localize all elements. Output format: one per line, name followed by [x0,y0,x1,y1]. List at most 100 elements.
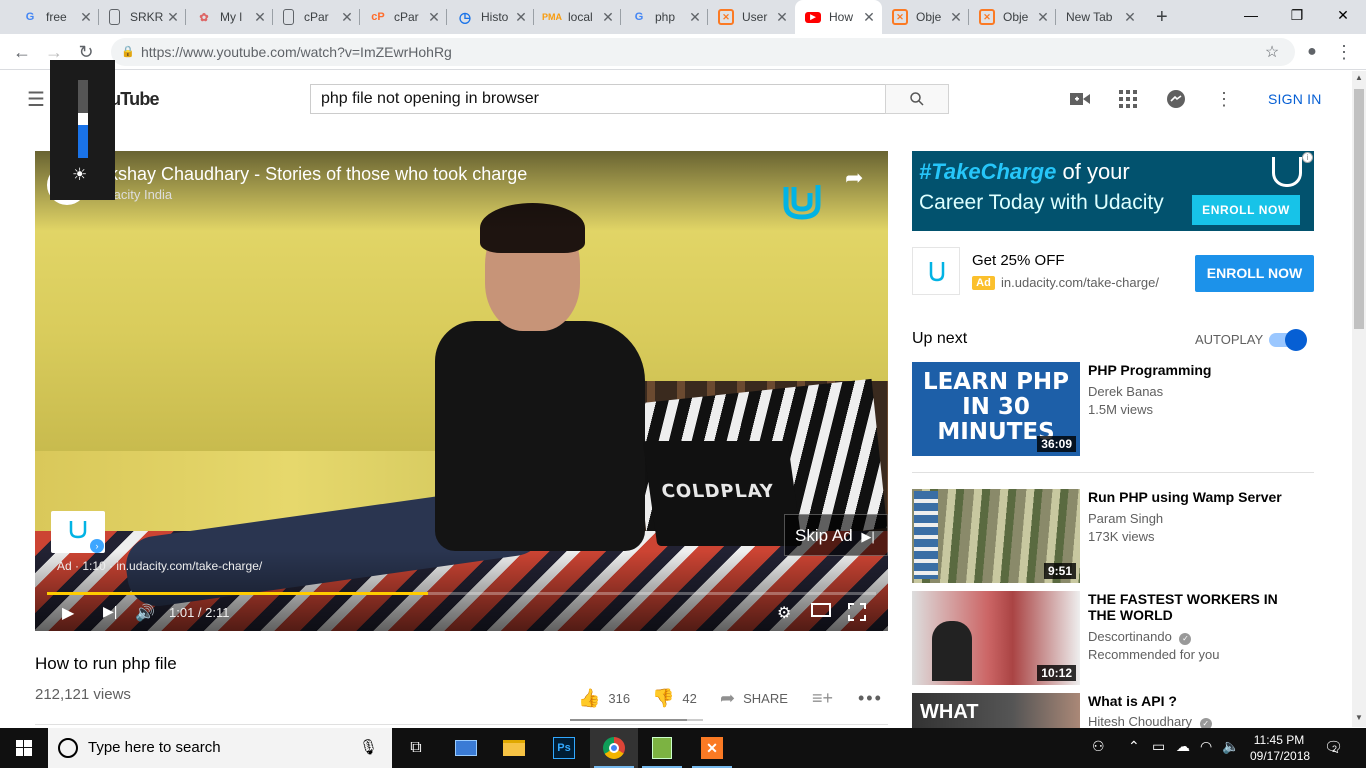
settings-gear-icon[interactable]: ⚙ [777,603,791,623]
tab-history[interactable]: ◷ Histo ✕ [447,0,534,34]
back-arrow-icon[interactable]: ← [10,40,34,64]
chrome-menu-icon[interactable]: ⋮ [1332,40,1356,64]
messages-icon[interactable] [1164,87,1188,111]
close-tab-icon[interactable]: ✕ [512,9,530,26]
scrollbar-thumb[interactable] [1354,89,1364,329]
hamburger-menu-icon[interactable]: ☰ [24,87,48,111]
theater-mode-icon[interactable] [811,603,831,617]
tab-localhost[interactable]: PMA local ✕ [534,0,621,34]
close-tab-icon[interactable]: ✕ [1034,9,1052,26]
close-tab-icon[interactable]: ✕ [1121,9,1139,26]
file-explorer-icon[interactable] [490,728,538,768]
tab-cpanel-1[interactable]: cPar ✕ [273,0,360,34]
microphone-icon[interactable]: 🎙 [359,728,378,768]
video-thumbnail[interactable]: LEARN PHP IN 30 MINUTES 36:09 [912,362,1080,456]
tab-srkr[interactable]: SRKR ✕ [99,0,186,34]
scroll-up-arrow-icon[interactable]: ▲ [1355,73,1363,82]
sign-in-button[interactable]: SIGN IN [1268,91,1322,107]
ad-choices-icon[interactable]: i [1302,152,1313,163]
close-tab-icon[interactable]: ✕ [947,9,965,26]
share-button[interactable]: ➦ SHARE [720,688,788,709]
close-tab-icon[interactable]: ✕ [773,9,791,26]
share-arrow-icon[interactable]: ➦ [845,165,863,191]
recommended-video[interactable]: LEARN PHP IN 30 MINUTES 36:09 PHP Progra… [912,362,1314,456]
video-progress-bar[interactable] [47,592,876,595]
video-title[interactable]: What is API ? [1088,693,1288,709]
show-hidden-icons-arrow[interactable]: ⌃ [1128,738,1140,755]
ad-info-icon[interactable]: › [90,539,104,553]
enroll-now-button[interactable]: ENROLL NOW [1195,255,1314,292]
video-player[interactable]: COLDPLAY Akshay Chaudhary - Stories of t… [35,151,888,631]
video-thumbnail[interactable]: WHAT [912,693,1080,728]
search-input[interactable]: php file not opening in browser [310,84,886,114]
close-tab-icon[interactable]: ✕ [164,9,182,26]
companion-ad-url[interactable]: in.udacity.com/take-charge/ [1001,275,1159,290]
video-thumbnail[interactable]: 10:12 [912,591,1080,685]
scroll-down-arrow-icon[interactable]: ▼ [1355,713,1363,722]
tab-youtube-active[interactable]: ▶ How ✕ [795,0,882,34]
tab-my[interactable]: ✿ My l ✕ [186,0,273,34]
system-clock[interactable]: 11:45 PM 09/17/2018 [1250,732,1310,764]
page-scrollbar[interactable]: ▲ ▼ [1352,71,1366,727]
tab-php[interactable]: G php ✕ [621,0,708,34]
video-title[interactable]: Run PHP using Wamp Server [1088,489,1288,505]
chrome-taskbar-icon[interactable] [590,728,638,768]
udacity-companion-logo[interactable] [912,247,960,295]
onedrive-cloud-icon[interactable]: ☁ [1176,738,1190,755]
create-video-icon[interactable] [1068,87,1092,111]
volume-tray-icon[interactable]: 🔈 [1222,738,1239,755]
maximize-button[interactable]: ❐ [1274,0,1320,30]
close-tab-icon[interactable]: ✕ [599,9,617,26]
bookmark-star-icon[interactable]: ☆ [1260,40,1284,64]
battery-icon[interactable]: ▭ [1152,738,1165,755]
add-to-playlist-button[interactable]: ≡+ [812,688,841,709]
fullscreen-icon[interactable] [848,603,866,621]
address-bar[interactable]: 🔒 https://www.youtube.com/watch?v=ImZEwr… [111,38,1295,66]
windows-start-button[interactable] [0,728,48,768]
like-button[interactable]: 👍 316 [578,688,630,709]
new-tab-button[interactable]: + [1156,6,1168,29]
xampp-taskbar-icon[interactable]: ✕ [688,728,736,768]
close-tab-icon[interactable]: ✕ [251,9,269,26]
profile-icon[interactable]: ● [1300,40,1324,64]
video-title[interactable]: PHP Programming [1088,362,1288,378]
banner-enroll-button[interactable]: ENROLL NOW [1192,195,1300,225]
tab-user[interactable]: ✕ User ✕ [708,0,795,34]
minimize-button[interactable]: — [1228,0,1274,30]
video-thumbnail[interactable]: 9:51 [912,489,1080,583]
companion-ad-headline[interactable]: Get 25% OFF [972,252,1065,269]
desktop-app-icon[interactable] [442,728,490,768]
action-center-icon[interactable]: 🗨 2 [1324,738,1343,756]
more-actions-icon[interactable]: ••• [858,688,883,709]
people-icon[interactable]: ⚇ [1092,738,1105,755]
settings-more-icon[interactable]: ⋮ [1212,87,1236,111]
ad-video-title[interactable]: Akshay Chaudhary - Stories of those who … [97,164,527,185]
ad-info-text[interactable]: Ad · 1:10 · in.udacity.com/take-charge/ [57,559,262,573]
close-window-button[interactable]: ✕ [1320,0,1366,30]
photoshop-icon[interactable]: Ps [540,728,588,768]
play-icon[interactable]: ▶ [62,603,74,623]
tab-free[interactable]: G free ✕ [12,0,99,34]
taskbar-search-box[interactable]: Type here to search 🎙 [48,728,392,768]
volume-icon[interactable]: 🔊 [135,603,155,623]
search-button[interactable] [885,84,949,114]
close-tab-icon[interactable]: ✕ [338,9,356,26]
tab-obje-1[interactable]: ✕ Obje ✕ [882,0,969,34]
recommended-video[interactable]: WHAT What is API ? Hitesh Choudhary ✓ [912,693,1314,728]
udacity-banner-ad[interactable]: #TakeCharge of your Career Today with Ud… [912,151,1314,231]
close-tab-icon[interactable]: ✕ [77,9,95,26]
tab-cpanel-2[interactable]: cP cPar ✕ [360,0,447,34]
autoplay-toggle[interactable] [1269,329,1307,351]
skip-ad-button[interactable]: Skip Ad ▶| [784,514,888,556]
wifi-icon[interactable]: ◠ [1200,738,1212,755]
dislike-button[interactable]: 👎 42 [652,688,697,709]
apps-grid-icon[interactable] [1116,87,1140,111]
recommended-video[interactable]: 9:51 Run PHP using Wamp Server Param Sin… [912,489,1314,583]
close-tab-icon[interactable]: ✕ [860,9,878,26]
next-icon[interactable]: ▶| [103,603,117,620]
tab-obje-2[interactable]: ✕ Obje ✕ [969,0,1056,34]
close-tab-icon[interactable]: ✕ [425,9,443,26]
recommended-video[interactable]: 10:12 THE FASTEST WORKERS IN THE WORLD D… [912,591,1314,685]
video-title[interactable]: THE FASTEST WORKERS IN THE WORLD [1088,591,1288,623]
task-view-icon[interactable]: ⧉ [392,728,440,768]
